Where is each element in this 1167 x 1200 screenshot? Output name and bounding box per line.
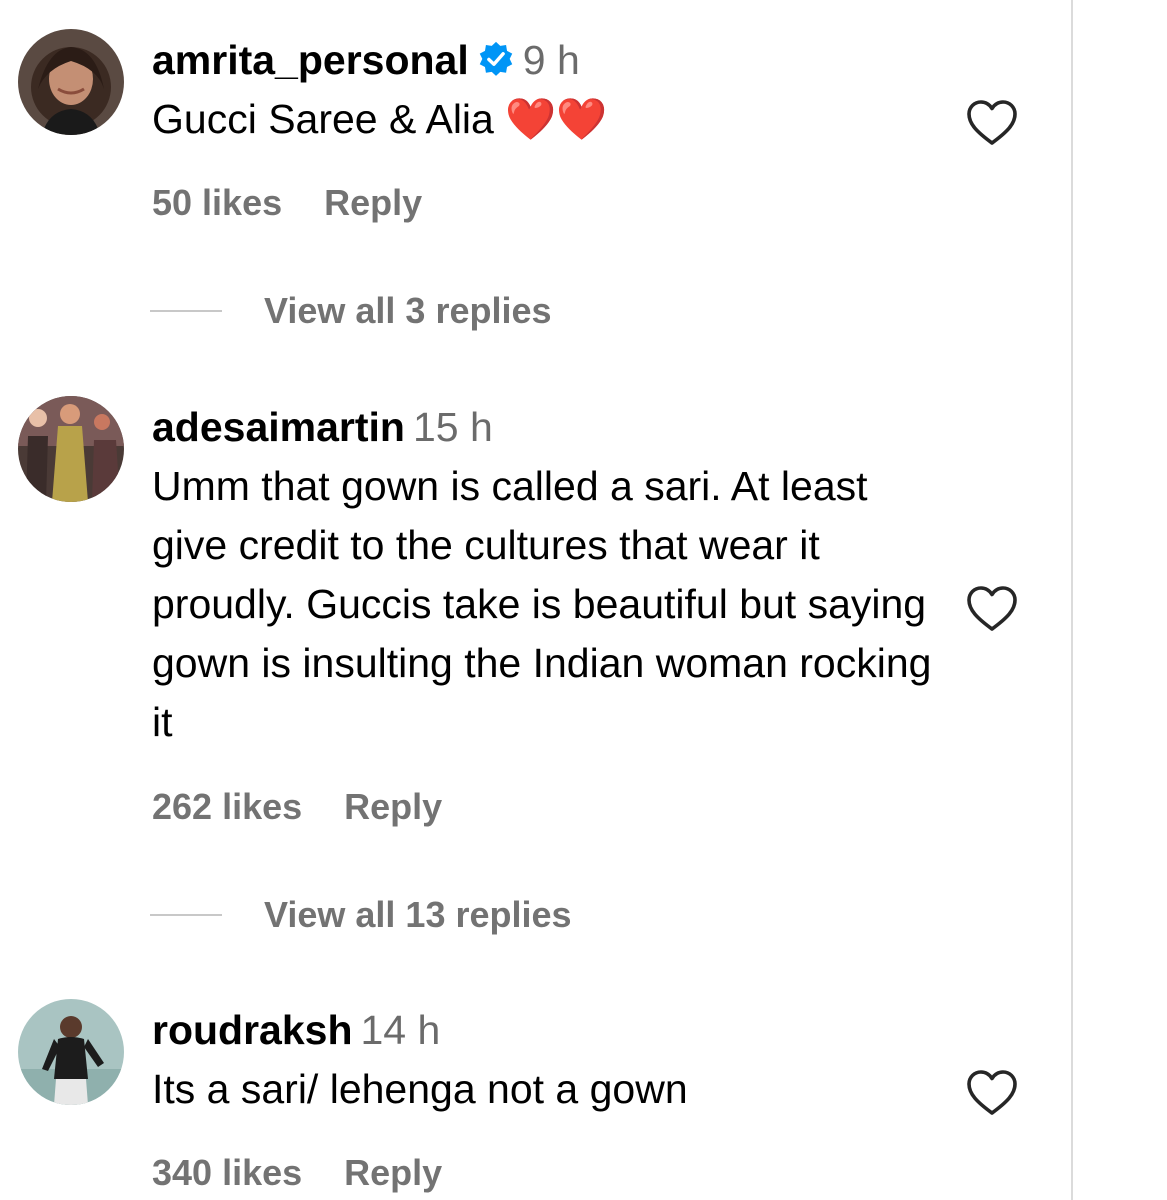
comment-text: Its a sari/ lehenga not a gown xyxy=(152,1066,688,1112)
reply-button[interactable]: Reply xyxy=(344,1152,442,1193)
comment-username[interactable]: roudraksh xyxy=(152,1007,353,1053)
view-replies-label: View all 13 replies xyxy=(264,894,572,935)
comment-time[interactable]: 9 h xyxy=(523,37,580,83)
view-replies-button[interactable]: View all 13 replies xyxy=(150,894,572,936)
comment-actions: 50 likes Reply xyxy=(152,182,422,224)
comment-username[interactable]: adesaimartin xyxy=(152,404,405,450)
replies-divider-line xyxy=(150,310,222,312)
comment-actions: 262 likes Reply xyxy=(152,786,442,828)
heart-outline-icon[interactable] xyxy=(965,1068,1019,1118)
comment-text: Gucci Saree & Alia ❤️❤️ xyxy=(152,96,608,142)
avatar[interactable] xyxy=(18,29,124,135)
view-replies-button[interactable]: View all 3 replies xyxy=(150,290,552,332)
replies-divider-line xyxy=(150,914,222,916)
comment-time[interactable]: 14 h xyxy=(361,1007,441,1053)
view-replies-label: View all 3 replies xyxy=(264,290,552,331)
likes-count[interactable]: 340 likes xyxy=(152,1152,302,1193)
comment-time[interactable]: 15 h xyxy=(413,404,493,450)
heart-outline-icon[interactable] xyxy=(965,98,1019,148)
panel-divider xyxy=(1071,0,1073,1200)
likes-count[interactable]: 262 likes xyxy=(152,786,302,827)
comment-username[interactable]: amrita_personal xyxy=(152,37,469,83)
likes-count[interactable]: 50 likes xyxy=(152,182,282,223)
reply-button[interactable]: Reply xyxy=(344,786,442,827)
comment-actions: 340 likes Reply xyxy=(152,1152,442,1194)
avatar[interactable] xyxy=(18,999,124,1105)
verified-badge-icon xyxy=(477,34,515,94)
reply-button[interactable]: Reply xyxy=(324,182,422,223)
heart-outline-icon[interactable] xyxy=(965,584,1019,634)
avatar[interactable] xyxy=(18,396,124,502)
comment-text: Umm that gown is called a sari. At least… xyxy=(152,463,932,745)
